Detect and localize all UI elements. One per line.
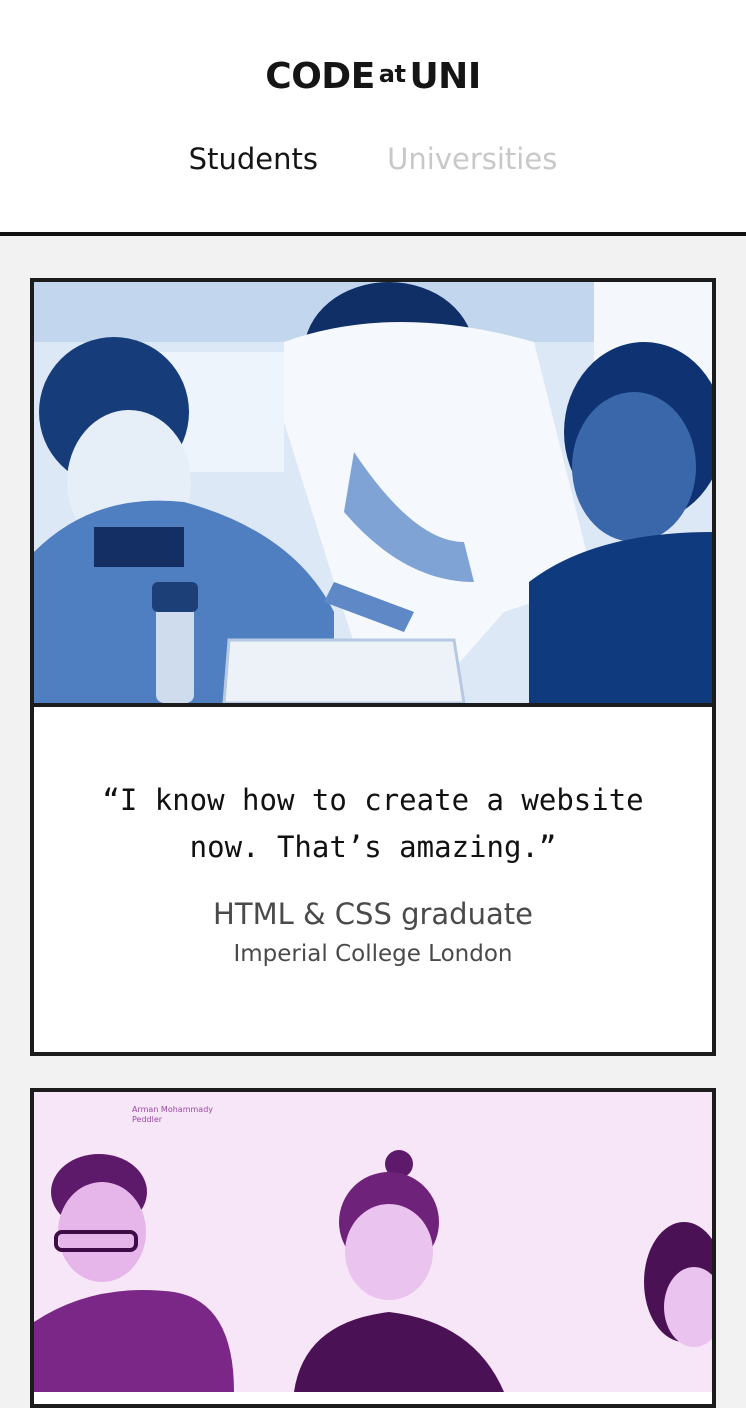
students-photo [34,282,712,707]
logo-uni: UNI [409,56,481,97]
quote-line-2: now. That’s amazing.” [189,830,557,864]
testimonial-card-2: Arman Mohammady Peddler [30,1088,716,1408]
site-logo[interactable]: CODE at UNI [0,56,746,97]
site-header: CODE at UNI Students Universities [0,0,746,236]
quote-line-1: “I know how to create a website [102,783,644,817]
testimonial-role: HTML & CSS graduate [213,897,533,931]
photo-caption-line-1: Arman Mohammady [132,1105,213,1114]
logo-at: at [378,60,406,88]
photo-caption-line-2: Peddler [132,1115,163,1124]
tab-universities[interactable]: Universities [387,142,557,176]
testimonial-quote: “I know how to create a website now. Tha… [34,777,712,871]
testimonial-card: “I know how to create a website now. Tha… [30,278,716,1056]
students-photo-2: Arman Mohammady Peddler [34,1092,712,1392]
tab-students[interactable]: Students [189,142,318,176]
testimonial-school: Imperial College London [233,941,513,967]
logo-code: CODE [265,56,375,97]
audience-tabs: Students Universities [0,142,746,176]
